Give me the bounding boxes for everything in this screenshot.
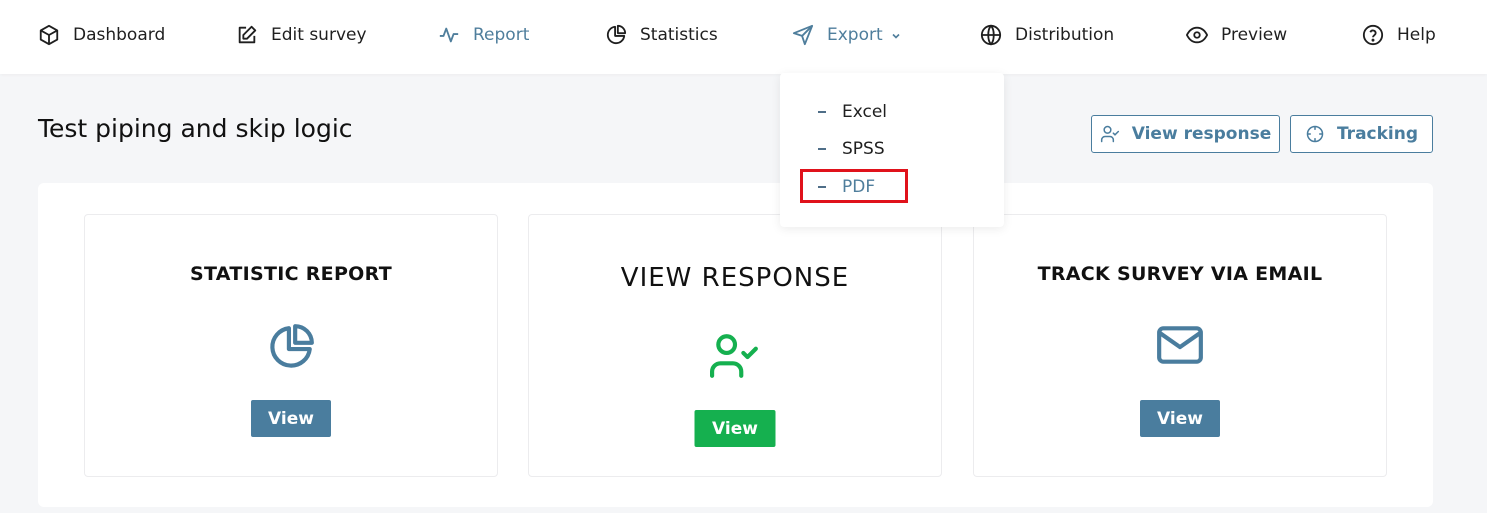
nav-distribution[interactable]: Distribution: [980, 22, 1114, 48]
help-circle-icon: [1362, 24, 1384, 46]
pie-chart-icon: [270, 324, 314, 368]
nav-report-label: Report: [473, 25, 530, 45]
tracking-button-label: Tracking: [1336, 124, 1419, 144]
export-option-excel[interactable]: Excel: [780, 100, 1004, 124]
nav-statistics[interactable]: Statistics: [605, 22, 718, 48]
send-icon: [792, 24, 814, 46]
view-response-card: VIEW RESPONSE View: [528, 214, 942, 477]
page-title: Test piping and skip logic: [38, 114, 353, 143]
chevron-down-icon: [892, 33, 900, 39]
card-title: VIEW RESPONSE: [620, 263, 850, 293]
bullet-dash-icon: [818, 111, 826, 113]
nav-report[interactable]: Report: [438, 22, 529, 48]
card-title: STATISTIC REPORT: [190, 263, 392, 285]
nav-dashboard[interactable]: Dashboard: [38, 22, 165, 48]
card-title: TRACK SURVEY VIA EMAIL: [1037, 263, 1323, 285]
mail-icon: [1157, 326, 1203, 364]
nav-dashboard-label: Dashboard: [73, 25, 166, 45]
top-nav: Dashboard Edit survey Report Statistics …: [0, 0, 1487, 74]
view-response-button[interactable]: View response: [1091, 115, 1280, 153]
nav-preview-label: Preview: [1221, 25, 1288, 45]
export-option-label: Excel: [842, 102, 888, 122]
view-response-button-label: View response: [1131, 124, 1272, 144]
view-response-view-button[interactable]: View: [694, 410, 776, 447]
globe-icon: [980, 24, 1002, 46]
export-dropdown: Excel SPSS PDF: [780, 73, 1004, 227]
nav-export-label: Export: [827, 25, 883, 45]
export-option-spss[interactable]: SPSS: [780, 137, 1004, 161]
edit-icon: [238, 25, 257, 44]
eye-icon: [1186, 26, 1208, 44]
tracking-button[interactable]: Tracking: [1290, 115, 1433, 153]
activity-icon: [439, 27, 459, 43]
user-check-icon: [709, 334, 758, 378]
nav-help[interactable]: Help: [1362, 22, 1436, 48]
crosshair-icon: [1306, 125, 1324, 143]
track-survey-view-button[interactable]: View: [1140, 400, 1220, 437]
pdf-highlight-box: [800, 169, 908, 203]
statistic-report-view-button[interactable]: View: [251, 400, 331, 437]
statistic-report-card: STATISTIC REPORT View: [84, 214, 498, 477]
export-option-label: SPSS: [842, 139, 885, 159]
nav-edit-survey-label: Edit survey: [271, 25, 367, 45]
bullet-dash-icon: [818, 148, 826, 150]
pie-chart-icon: [606, 24, 627, 45]
user-check-icon: [1100, 125, 1119, 143]
track-survey-card: TRACK SURVEY VIA EMAIL View: [973, 214, 1387, 477]
nav-statistics-label: Statistics: [640, 25, 718, 45]
nav-help-label: Help: [1397, 25, 1436, 45]
nav-distribution-label: Distribution: [1015, 25, 1115, 45]
nav-preview[interactable]: Preview: [1186, 22, 1287, 48]
nav-edit-survey[interactable]: Edit survey: [236, 22, 367, 48]
cube-icon: [39, 24, 59, 46]
nav-export[interactable]: Export: [792, 22, 901, 48]
